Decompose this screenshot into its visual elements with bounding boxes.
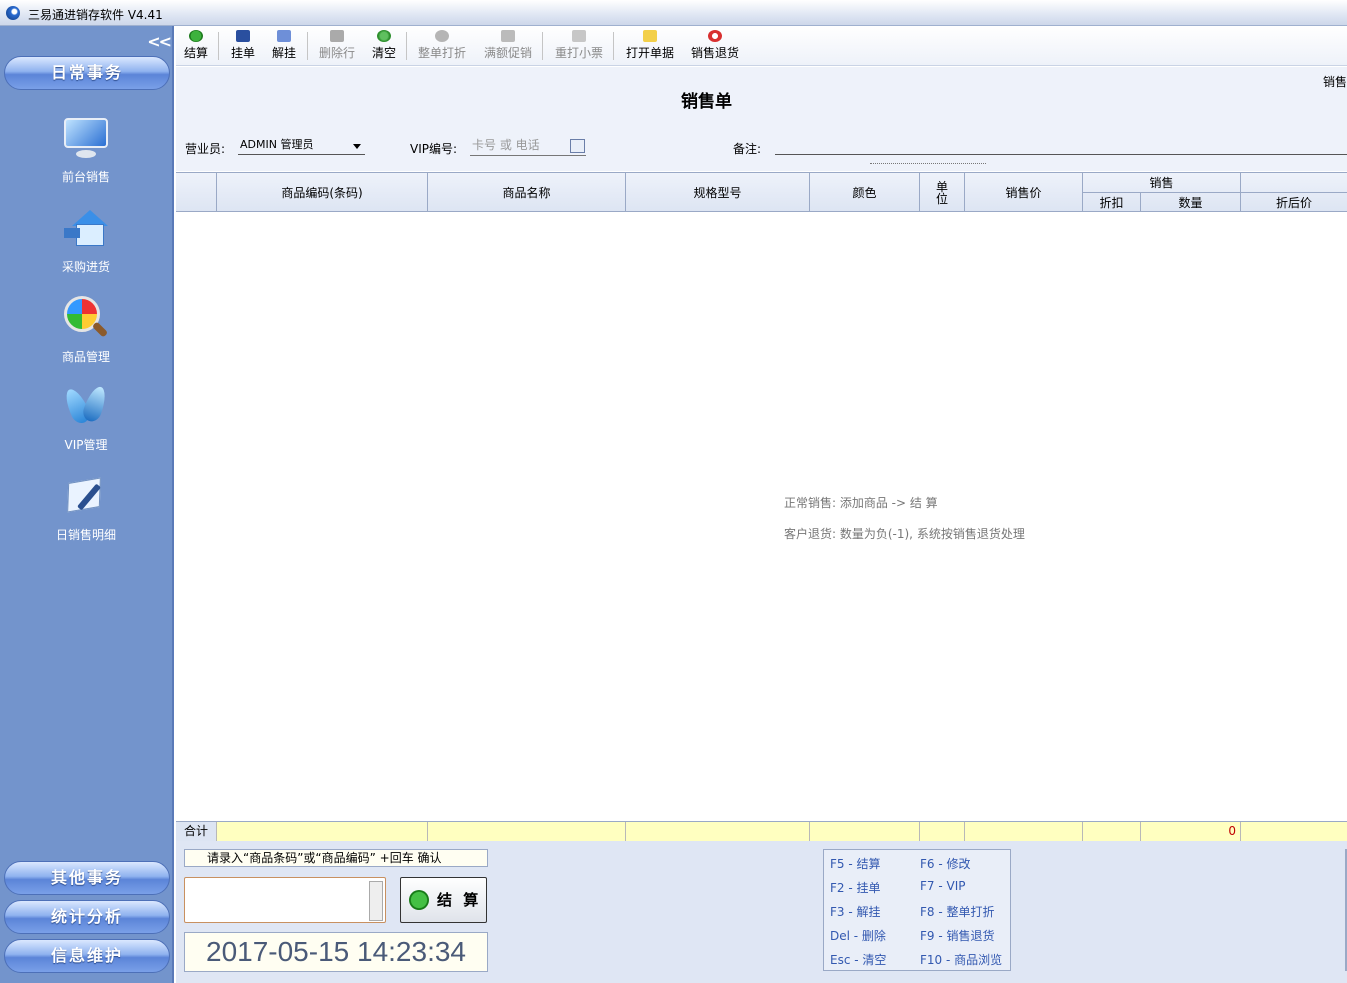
column-header-unit[interactable]: 单位 (920, 173, 965, 212)
column-header[interactable]: 折后价 (1241, 192, 1347, 212)
grid-header: 商品编码(条码) 商品名称 规格型号 颜色 单位 销售价 销售 折扣 数量 折后… (176, 173, 1347, 212)
toolbar: 结算 挂单 解挂 删除行 清空 整单打折 满额促销 重打小票 打开单据 销售退货 (176, 26, 1347, 66)
shortcut-panel: F5 - 结算 F6 - 修改 F2 - 挂单 F7 - VIP F3 - 解挂… (823, 849, 1011, 971)
row-indicator-header (176, 173, 217, 212)
column-header[interactable]: 规格型号 (626, 173, 810, 212)
salesperson-select[interactable]: ADMIN 管理员 (238, 137, 365, 155)
sidebar-item-products[interactable]: 商品管理 (30, 294, 142, 374)
scan-hint: 请录入“商品条码”或“商品编码” +回车 确认 (184, 849, 488, 867)
checkout-big-button[interactable]: 结 算 (400, 877, 487, 923)
column-header[interactable]: 数量 (1141, 192, 1241, 212)
folder-icon (643, 30, 657, 42)
form-header: 销售单 销售 营业员: ADMIN 管理员 VIP编号: 卡号 或 电话 备注: (176, 67, 1347, 171)
sidebar-item-vip[interactable]: VIP管理 (30, 382, 142, 462)
column-header[interactable]: 商品编码(条码) (217, 173, 428, 212)
check-icon (189, 30, 203, 42)
delete-row-icon (330, 30, 344, 42)
sidebar-item-label: VIP管理 (64, 438, 108, 452)
save-icon (236, 30, 250, 42)
house-icon (62, 204, 110, 252)
vip-icon (61, 382, 110, 430)
sales-return-button[interactable]: 销售退货 (689, 28, 741, 64)
column-header[interactable]: 颜色 (810, 173, 920, 212)
sidebar-item-label: 日销售明细 (55, 528, 116, 542)
shortcut-item: F6 - 修改 (920, 857, 971, 871)
title-bar: 三易通进销存软件 V4.41 (0, 0, 1347, 26)
splitter-handle[interactable] (870, 163, 986, 169)
shortcut-item: F10 - 商品浏览 (920, 953, 1003, 967)
shortcut-item: F2 - 挂单 (830, 881, 881, 895)
reprint-receipt-button[interactable]: 重打小票 (553, 28, 605, 64)
checkout-button[interactable]: 结算 (182, 28, 210, 64)
sidebar-item-label: 商品管理 (61, 350, 110, 364)
page-title: 销售单 (681, 92, 732, 112)
corner-label: 销售 (1322, 75, 1347, 89)
delete-row-button[interactable]: 删除行 (317, 28, 357, 64)
book-icon (277, 30, 291, 42)
sidebar-section-daily[interactable]: 日常事务 (4, 56, 170, 90)
shortcut-item: F9 - 销售退货 (920, 929, 995, 943)
resume-order-button[interactable]: 解挂 (270, 28, 298, 64)
vip-label: VIP编号: (410, 142, 458, 156)
salesperson-label: 营业员: (185, 142, 226, 156)
sidebar-item-daily-detail[interactable]: 日销售明细 (30, 472, 142, 552)
sidebar-item-label: 采购进货 (61, 260, 110, 274)
app-icon (6, 6, 20, 20)
shortcut-item: F3 - 解挂 (830, 905, 881, 919)
total-row: 合计 0 (176, 821, 1347, 841)
sidebar-item-label: 前台销售 (61, 170, 110, 184)
hint-customer-return: 客户退货: 数量为负(-1), 系统按销售退货处理 (784, 527, 1025, 541)
vip-lookup-icon[interactable] (570, 139, 585, 153)
bottom-panel: 请录入“商品条码”或“商品编码” +回车 确认 结 算 2017-05-15 1… (176, 841, 1347, 983)
monitor-icon (62, 114, 110, 162)
column-header[interactable]: 折扣 (1083, 192, 1141, 212)
sidebar-item-purchase[interactable]: 采购进货 (30, 204, 142, 284)
clear-button[interactable]: 清空 (370, 28, 398, 64)
column-header[interactable]: 商品名称 (428, 173, 626, 212)
sales-grid[interactable]: 商品编码(条码) 商品名称 规格型号 颜色 单位 销售价 销售 折扣 数量 折后… (176, 172, 1347, 841)
vip-input[interactable]: 卡号 或 电话 (470, 137, 586, 156)
column-group-header: 销售 (1083, 173, 1241, 192)
total-label: 合计 (176, 822, 217, 841)
check-icon (409, 890, 429, 910)
open-document-button[interactable]: 打开单据 (624, 28, 676, 64)
column-group-header-blank (1241, 173, 1347, 192)
printer-icon (572, 30, 586, 42)
remark-input[interactable] (775, 154, 1347, 155)
return-icon (708, 30, 722, 42)
hold-order-button[interactable]: 挂单 (229, 28, 257, 64)
magnifier-icon (62, 294, 110, 342)
sidebar-section-stats[interactable]: 统计分析 (4, 900, 170, 934)
sidebar-item-pos-sales[interactable]: 前台销售 (30, 114, 142, 194)
window-title: 三易通进销存软件 V4.41 (28, 8, 163, 22)
collapse-sidebar-button[interactable]: << (147, 32, 172, 51)
datetime-display: 2017-05-15 14:23:34 (184, 932, 488, 972)
shortcut-item: Del - 删除 (830, 929, 886, 943)
promotion-button[interactable]: 满额促销 (482, 28, 534, 64)
hint-normal-sale: 正常销售: 添加商品 -> 结 算 (784, 496, 938, 510)
column-header[interactable]: 销售价 (965, 173, 1083, 212)
sidebar: << 日常事务 前台销售 采购进货 商品管理 VIP管理 日销售明细 其他事务 … (0, 26, 174, 983)
shortcut-item: Esc - 清空 (830, 953, 887, 967)
chevron-down-icon (353, 144, 361, 149)
shortcut-item: F7 - VIP (920, 879, 966, 893)
shortcut-item: F5 - 结算 (830, 857, 881, 871)
search-icon[interactable] (369, 881, 383, 921)
discount-icon (435, 30, 449, 42)
sidebar-section-maintenance[interactable]: 信息维护 (4, 939, 170, 973)
whole-discount-button[interactable]: 整单打折 (416, 28, 468, 64)
remark-label: 备注: (733, 142, 762, 156)
sidebar-section-other[interactable]: 其他事务 (4, 861, 170, 895)
barcode-input[interactable] (184, 877, 386, 923)
document-icon (62, 472, 110, 520)
shortcut-item: F8 - 整单打折 (920, 905, 995, 919)
total-quantity: 0 (1141, 822, 1241, 841)
gift-icon (501, 30, 515, 42)
refresh-icon (377, 30, 391, 42)
